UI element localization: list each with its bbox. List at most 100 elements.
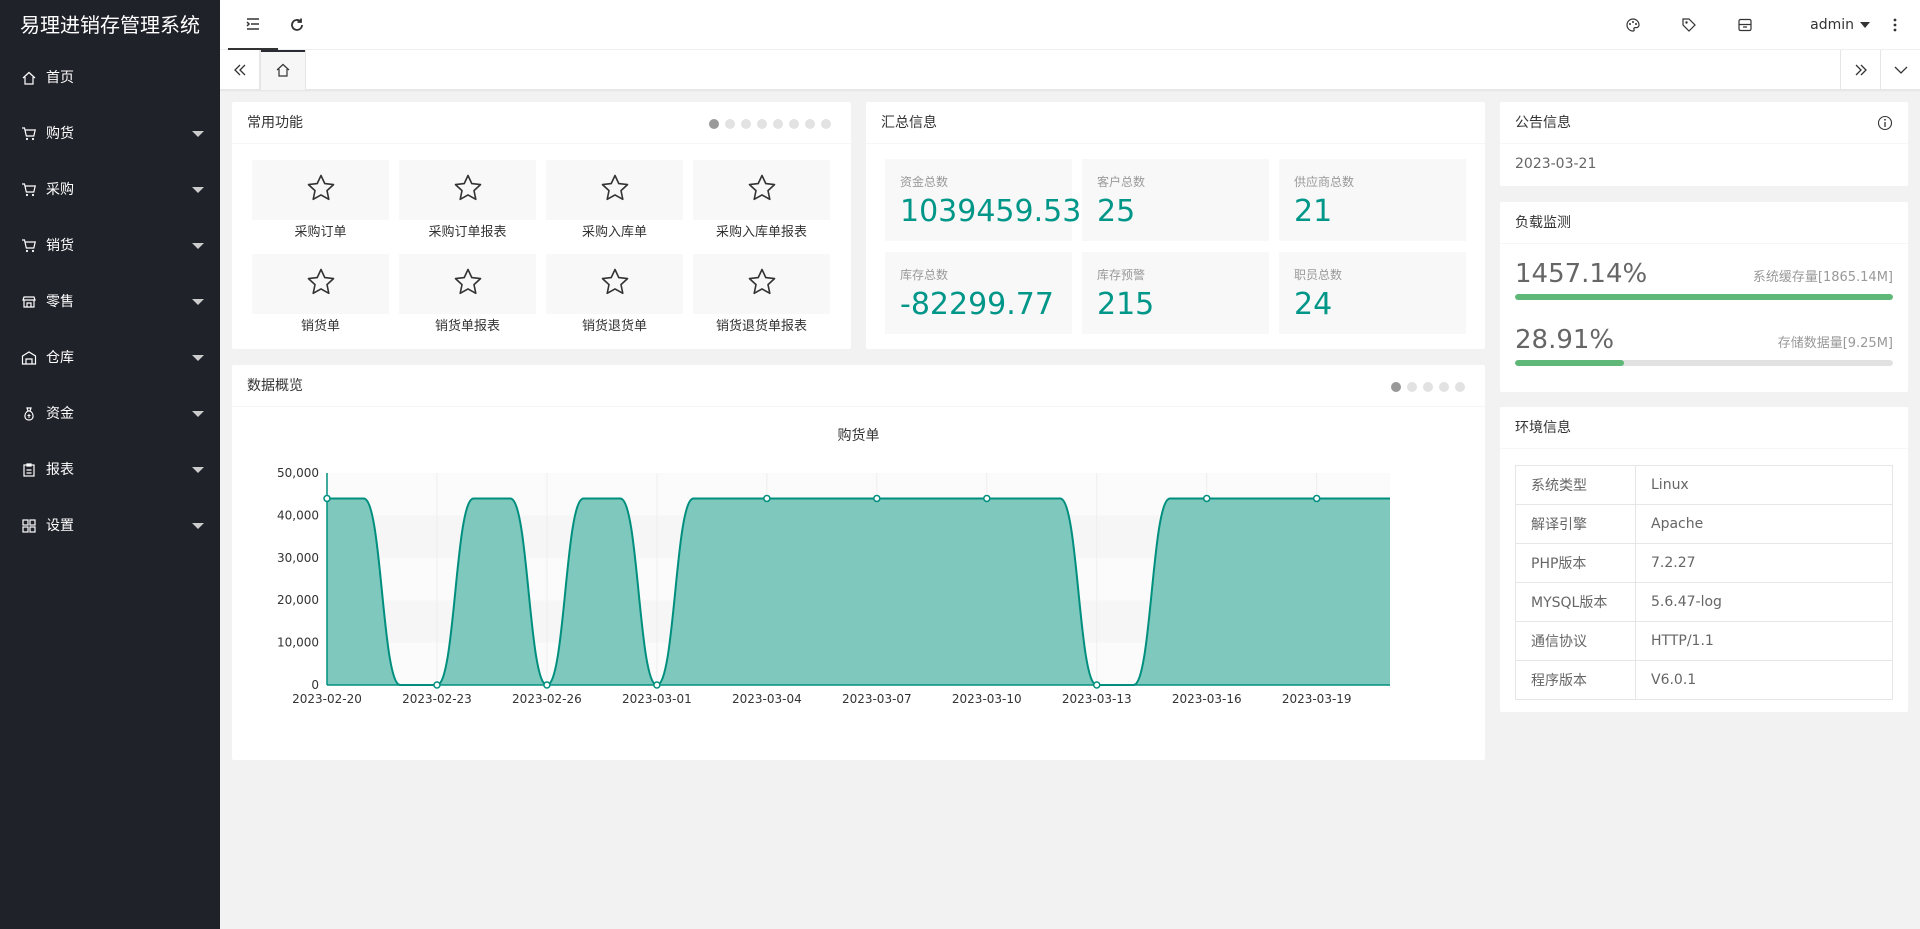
carousel-dot[interactable]	[805, 119, 815, 129]
card-title: 常用功能	[232, 102, 851, 144]
storage-button[interactable]	[1720, 0, 1770, 50]
refresh-button[interactable]	[272, 0, 322, 50]
sidebar-item[interactable]: 首页	[0, 50, 220, 106]
summary-title: 汇总信息	[881, 115, 937, 131]
info-icon[interactable]	[1877, 115, 1893, 131]
env-row: MYSQL版本 5.6.47-log	[1515, 582, 1893, 622]
stat-tile: 库存总数 -82299.77	[885, 252, 1072, 334]
carousel-dot[interactable]	[757, 119, 767, 129]
carousel-dot[interactable]	[1391, 382, 1401, 392]
carousel-dot[interactable]	[1455, 382, 1465, 392]
tab-home[interactable]	[260, 50, 306, 90]
y-tick-label: 0	[311, 678, 319, 692]
stat-tile: 客户总数 25	[1082, 159, 1269, 241]
sidebar-item-label: 零售	[46, 294, 74, 310]
sidebar-item[interactable]: 采购	[0, 162, 220, 218]
card-title: 公告信息	[1500, 102, 1908, 144]
cart-icon	[20, 237, 38, 255]
carousel-dot[interactable]	[821, 119, 831, 129]
y-tick-label: 10,000	[277, 636, 319, 650]
theme-button[interactable]	[1608, 0, 1658, 50]
shortcut-label: 采购订单报表	[428, 225, 507, 240]
carousel-dot[interactable]	[789, 119, 799, 129]
carousel-dot[interactable]	[1407, 382, 1417, 392]
x-tick-label: 2023-03-01	[622, 692, 692, 706]
env-row: PHP版本 7.2.27	[1515, 543, 1893, 583]
sidebar-item-label: 报表	[46, 462, 74, 478]
env-value: V6.0.1	[1635, 660, 1893, 700]
menu-toggle-button[interactable]	[228, 0, 278, 50]
env-value: Apache	[1635, 504, 1893, 544]
tabs-scroll-left-button[interactable]	[220, 50, 260, 90]
caret-down-icon	[192, 299, 204, 305]
carousel-dot[interactable]	[709, 119, 719, 129]
sidebar-item[interactable]: 购货	[0, 106, 220, 162]
carousel-dot[interactable]	[725, 119, 735, 129]
caret-down-icon	[192, 411, 204, 417]
shortcut-item[interactable]: 销货退货单	[546, 254, 683, 348]
sidebar-item-label: 采购	[46, 182, 74, 198]
cart-icon	[20, 181, 38, 199]
app-title[interactable]: 易理进销存管理系统	[0, 0, 220, 50]
stat-value: 215	[1097, 287, 1155, 322]
y-tick-label: 20,000	[277, 593, 319, 607]
sidebar-item[interactable]: 报表	[0, 442, 220, 498]
carousel-dot[interactable]	[1439, 382, 1449, 392]
x-tick-label: 2023-02-23	[402, 692, 472, 706]
data-point	[543, 681, 551, 689]
data-point	[873, 494, 881, 503]
star-icon	[452, 266, 484, 302]
shortcut-item[interactable]: 采购订单	[252, 160, 389, 254]
sidebar-item[interactable]: 仓库	[0, 330, 220, 386]
tag-button[interactable]	[1664, 0, 1714, 50]
card-title: 汇总信息	[866, 102, 1485, 144]
carousel-dot[interactable]	[741, 119, 751, 129]
data-point	[1202, 494, 1211, 503]
sidebar-item[interactable]: 设置	[0, 498, 220, 554]
star-icon	[305, 266, 337, 302]
y-tick-label: 30,000	[277, 551, 319, 565]
carousel-dot[interactable]	[1423, 382, 1433, 392]
caret-down-icon	[192, 131, 204, 137]
x-tick-label: 2023-02-20	[292, 692, 362, 706]
sidebar-item-label: 销货	[46, 238, 74, 254]
load-row: 1457.14% 系统缓存量[1865.14M]	[1515, 258, 1893, 300]
notice-date: 2023-03-21	[1515, 156, 1597, 172]
sidebar-item[interactable]: 资金	[0, 386, 220, 442]
star-icon	[746, 266, 778, 302]
shortcut-item[interactable]: 采购入库单报表	[693, 160, 830, 254]
shortcut-item[interactable]: 采购订单报表	[399, 160, 536, 254]
shortcuts-card: 常用功能 采购订单 采购订单报表 采购入库单 采购入库单报表销货单 销货单报表 销货退货单…	[232, 102, 851, 349]
shortcut-item[interactable]: 销货单	[252, 254, 389, 348]
stat-label: 库存总数	[900, 268, 949, 282]
shortcut-label: 销货单报表	[434, 319, 500, 334]
data-point	[433, 681, 441, 689]
shortcut-label: 销货退货单报表	[715, 319, 807, 334]
archive-icon	[1738, 18, 1752, 32]
sidebar-item[interactable]: 零售	[0, 274, 220, 330]
shortcut-item[interactable]: 销货单报表	[399, 254, 536, 348]
shortcut-label: 销货退货单	[581, 319, 647, 334]
double-chevron-right-icon	[1855, 64, 1867, 76]
stat-value: -82299.77	[900, 287, 1054, 322]
sidebar-item[interactable]: 销货	[0, 218, 220, 274]
card-title: 环境信息	[1500, 407, 1908, 449]
star-icon	[746, 172, 778, 208]
carousel-dot[interactable]	[773, 119, 783, 129]
tabs-menu-button[interactable]	[1880, 50, 1920, 90]
more-button[interactable]	[1870, 0, 1920, 50]
env-key: 解译引擎	[1515, 504, 1636, 544]
menu-fold-icon	[246, 18, 259, 30]
sidebar-item-label: 设置	[46, 518, 74, 534]
env-value: 7.2.27	[1635, 543, 1893, 583]
shortcut-item[interactable]: 采购入库单	[546, 160, 683, 254]
series-area	[327, 498, 1390, 685]
tabs-scroll-right-button[interactable]	[1840, 50, 1880, 90]
x-tick-label: 2023-03-19	[1282, 692, 1352, 706]
y-tick-label: 50,000	[277, 466, 319, 480]
load-title: 负载监测	[1515, 215, 1571, 231]
load-row: 28.91% 存储数据量[9.25M]	[1515, 324, 1893, 366]
shortcut-item[interactable]: 销货退货单报表	[693, 254, 830, 348]
user-menu[interactable]: admin	[1810, 0, 1870, 50]
data-point	[763, 494, 771, 503]
